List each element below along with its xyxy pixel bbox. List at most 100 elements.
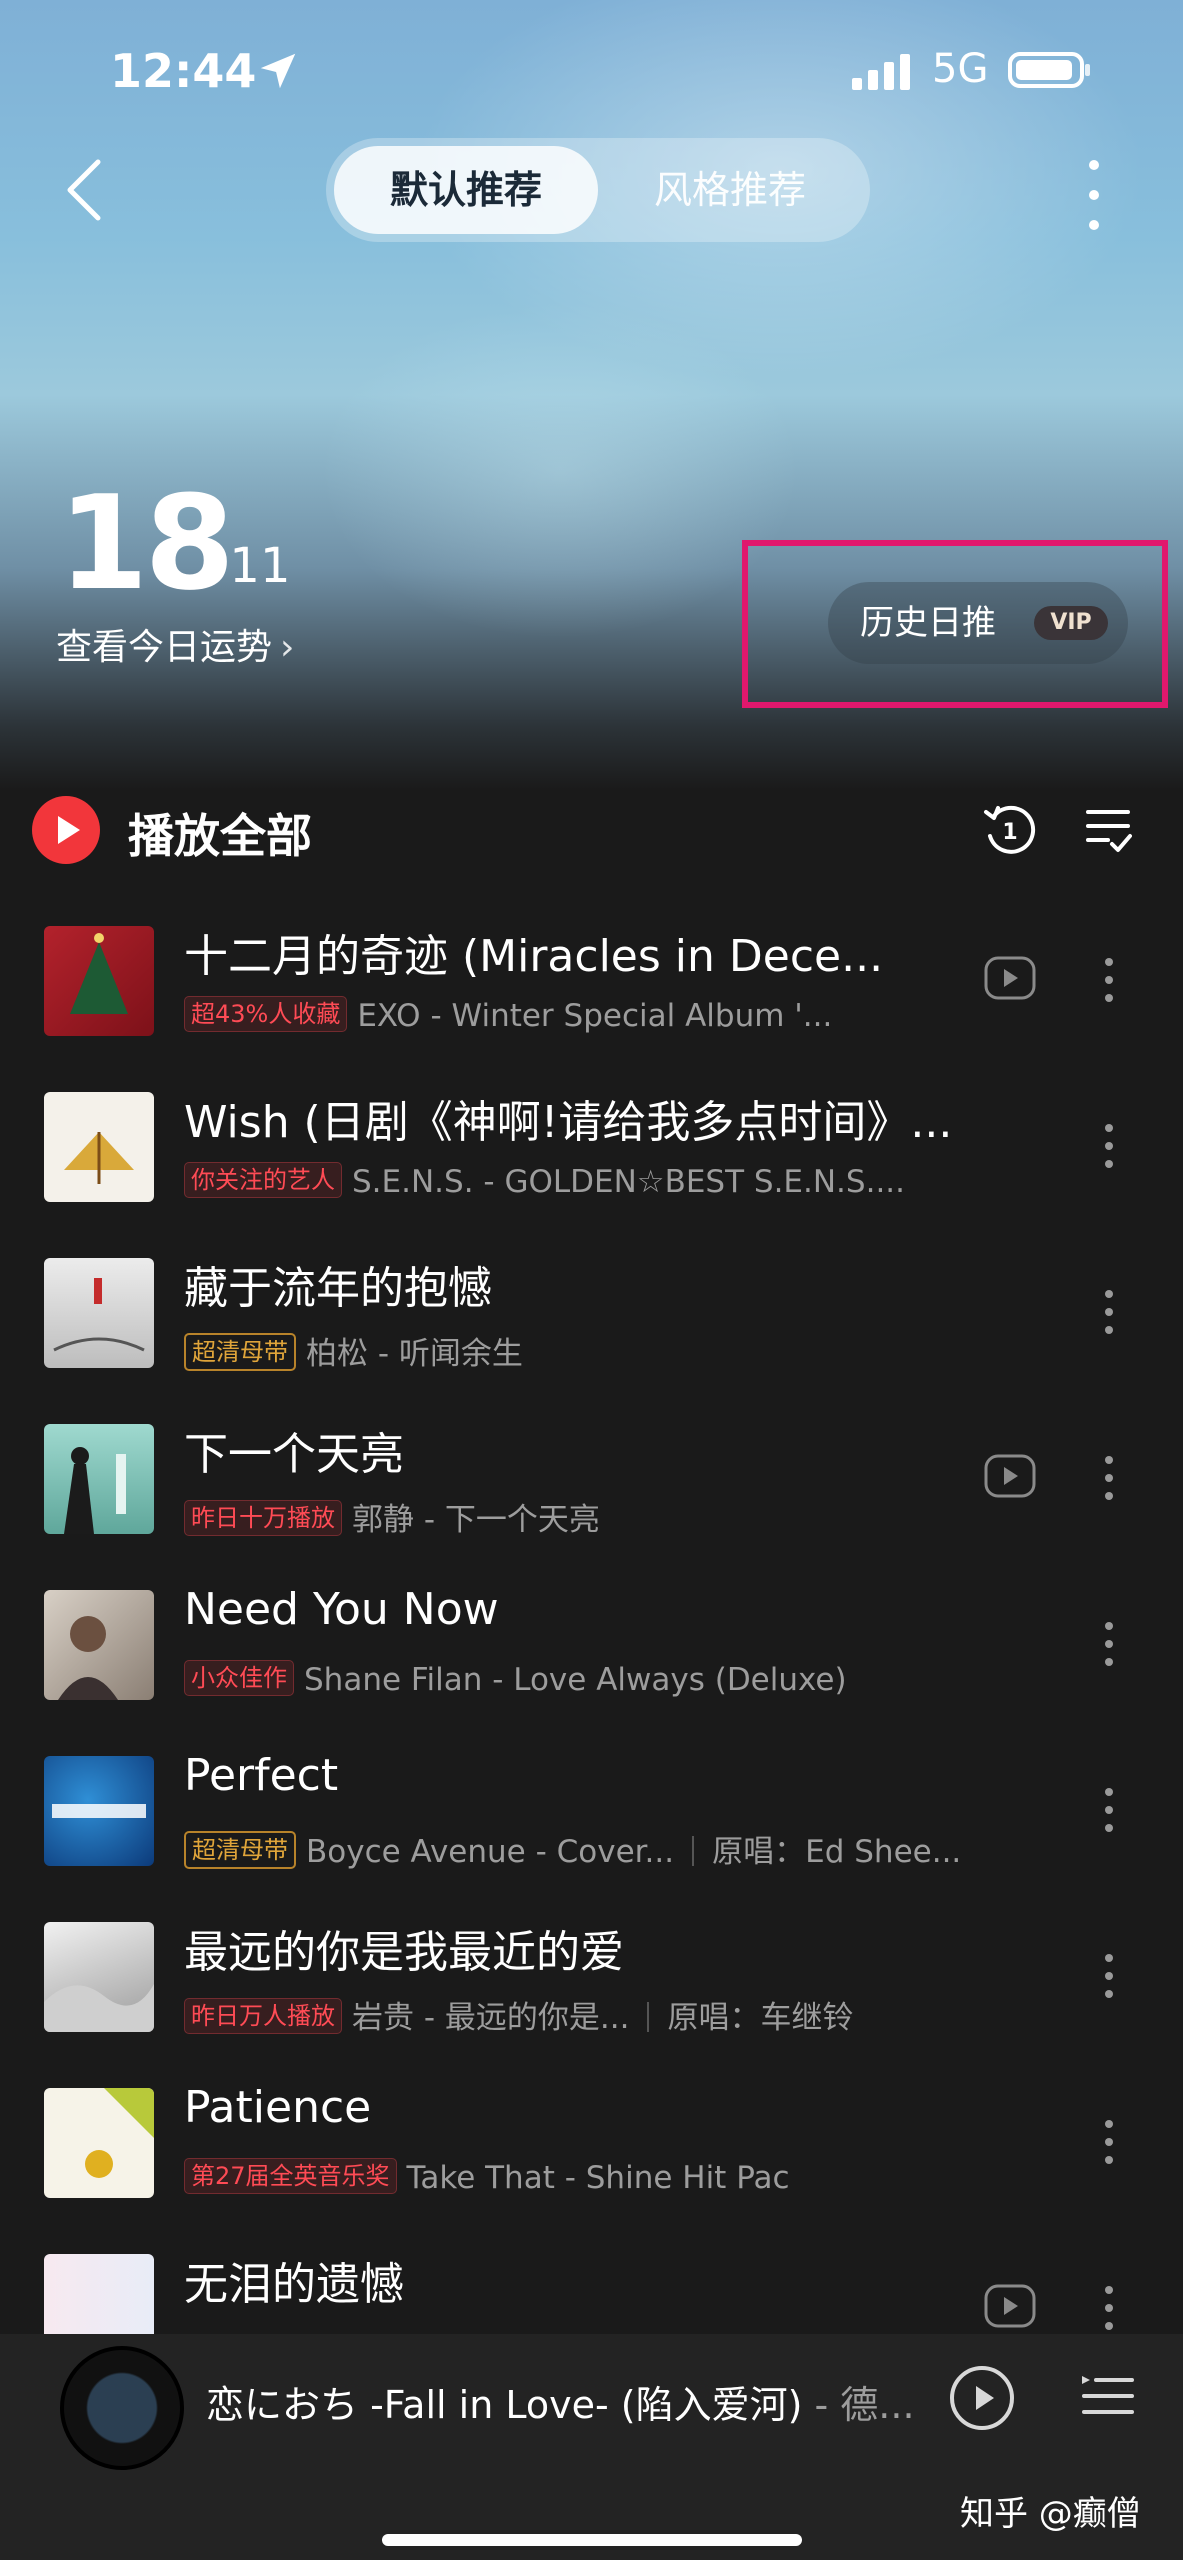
song-meta: 超43%人收藏 EXO - Winter Special Album '... [184, 996, 964, 1034]
history-recommend-button[interactable]: 历史日推 VIP [828, 582, 1128, 664]
song-meta: 第27届全英音乐奖 Take That - Shine Hit Pac [184, 2158, 964, 2196]
list-item[interactable]: 下一个天亮 昨日十万播放 郭静 - 下一个天亮 [0, 1412, 1183, 1578]
song-title: 藏于流年的抱憾 [184, 1263, 492, 1314]
play-all-button[interactable] [32, 796, 100, 864]
battery-icon [1008, 52, 1090, 88]
song-badge: 昨日十万播放 [184, 1500, 342, 1536]
cell-signal-icon [850, 52, 918, 96]
fortune-link-label: 查看今日运势 [56, 627, 273, 668]
more-options-button[interactable] [1082, 155, 1106, 235]
original-singer: 原唱：车继铃 [667, 2000, 854, 2036]
more-vertical-icon [1105, 1456, 1113, 1500]
album-cover [44, 1922, 154, 2032]
playlist-icon [1082, 2376, 1134, 2414]
location-arrow-icon [255, 48, 301, 98]
watermark: 知乎 @癫僧 [960, 2494, 1141, 2534]
more-vertical-icon [1105, 2120, 1113, 2164]
back-button[interactable] [62, 158, 110, 222]
song-title: 最远的你是我最近的爱 [184, 1927, 624, 1978]
video-play-icon [984, 1454, 1036, 1498]
list-item[interactable]: Perfect 超清母带 Boyce Avenue - Cover... 原唱：Ed… [0, 1744, 1183, 1910]
song-meta: 昨日万人播放 岩贵 - 最远的你是... 原唱：车继铃 [184, 1992, 964, 2037]
song-artist-album: Boyce Avenue - Cover... [306, 1834, 675, 1870]
song-more-button[interactable] [1102, 2118, 1116, 2166]
song-meta: 昨日十万播放 郭静 - 下一个天亮 [184, 1494, 964, 1539]
song-more-button[interactable] [1102, 1454, 1116, 1502]
list-check-icon [1086, 810, 1132, 852]
mv-button[interactable] [984, 1454, 1036, 1498]
song-more-button[interactable] [1102, 956, 1116, 1004]
status-time: 12:44 [110, 44, 257, 98]
song-title: Need You Now [184, 1584, 499, 1635]
list-item[interactable]: Wish (日剧《神啊!请给我多点时间》... 你关注的艺人 S.E.N.S. -… [0, 1080, 1183, 1246]
play-icon [976, 2386, 994, 2410]
album-cover [44, 1424, 154, 1534]
mini-player[interactable]: 恋におち -Fall in Love- (陷入爱河) - 德... 知乎 @癫僧 [0, 2334, 1183, 2560]
song-badge: 小众佳作 [184, 1660, 294, 1696]
song-more-button[interactable] [1102, 1122, 1116, 1170]
song-badge: 超43%人收藏 [184, 996, 348, 1032]
vip-badge: VIP [1034, 606, 1108, 640]
song-title: 下一个天亮 [184, 1429, 404, 1480]
song-artist-album: EXO - Winter Special Album '... [357, 998, 833, 1034]
song-artist-album: 岩贵 - 最远的你是... [352, 2000, 630, 2036]
fortune-link[interactable]: 查看今日运势 › [56, 618, 294, 670]
tab-default-recommend[interactable]: 默认推荐 [334, 146, 598, 234]
play-icon [58, 816, 80, 844]
song-artist-album: Shane Filan - Love Always (Deluxe) [304, 1662, 847, 1698]
more-vertical-icon [1105, 1290, 1113, 1334]
song-more-button[interactable] [1102, 1952, 1116, 2000]
song-meta: 你关注的艺人 S.E.N.S. - GOLDEN☆BEST S.E.N.S.... [184, 1162, 964, 1200]
svg-text:1: 1 [1002, 820, 1017, 845]
more-vertical-icon [1105, 958, 1113, 1002]
date-display: 18 / 11 [58, 478, 291, 608]
mv-button[interactable] [984, 2284, 1036, 2328]
replay-one-icon: 1 [984, 805, 1036, 854]
home-indicator[interactable] [382, 2534, 802, 2546]
play-all-label[interactable]: 播放全部 [128, 800, 312, 866]
player-play-button[interactable] [950, 2366, 1014, 2430]
more-vertical-icon [1105, 2286, 1113, 2330]
song-title: Wish (日剧《神啊!请给我多点时间》... [184, 1097, 953, 1148]
song-artist-album: S.E.N.S. - GOLDEN☆BEST S.E.N.S.... [352, 1164, 906, 1200]
list-item[interactable]: Patience 第27届全英音乐奖 Take That - Shine Hit … [0, 2076, 1183, 2242]
album-cover [44, 1258, 154, 1368]
history-play-button[interactable]: 1 [982, 802, 1038, 862]
song-badge: 超清母带 [184, 1333, 296, 1371]
mv-button[interactable] [984, 956, 1036, 1000]
list-item[interactable]: Need You Now 小众佳作 Shane Filan - Love Alwa… [0, 1578, 1183, 1744]
status-bar: 12:44 5G [0, 38, 1183, 98]
album-cover [44, 1590, 154, 1700]
tab-style-recommend[interactable]: 风格推荐 [598, 146, 862, 234]
song-list: 十二月的奇迹 (Miracles in Dece... 超43%人收藏 EXO -… [0, 914, 1183, 2408]
now-playing-artist: - 德... [802, 2383, 915, 2427]
song-badge: 你关注的艺人 [184, 1162, 342, 1198]
song-badge: 第27届全英音乐奖 [184, 2158, 397, 2194]
now-playing-text: 恋におち -Fall in Love- (陷入爱河) - 德... [206, 2374, 926, 2429]
date-month: / 11 [198, 538, 291, 594]
song-more-button[interactable] [1102, 1786, 1116, 1834]
song-more-button[interactable] [1102, 2284, 1116, 2332]
list-item[interactable]: 十二月的奇迹 (Miracles in Dece... 超43%人收藏 EXO -… [0, 914, 1183, 1080]
album-cover [44, 1092, 154, 1202]
more-vertical-icon [1105, 1788, 1113, 1832]
chevron-left-icon [67, 159, 101, 221]
song-title: Patience [184, 2082, 372, 2133]
song-more-button[interactable] [1102, 1620, 1116, 1668]
more-vertical-icon [1105, 1954, 1113, 1998]
more-vertical-icon [1105, 1124, 1113, 1168]
list-item[interactable]: 最远的你是我最近的爱 昨日万人播放 岩贵 - 最远的你是... 原唱：车继铃 [0, 1910, 1183, 2076]
album-cover [44, 926, 154, 1036]
song-title: 十二月的奇迹 (Miracles in Dece... [184, 931, 884, 982]
multi-select-button[interactable] [1086, 806, 1132, 860]
album-cover [44, 2088, 154, 2198]
list-item[interactable]: 藏于流年的抱憾 超清母带 柏松 - 听闻余生 [0, 1246, 1183, 1412]
now-playing-cover[interactable] [60, 2346, 184, 2470]
song-more-button[interactable] [1102, 1288, 1116, 1336]
song-meta: 超清母带 Boyce Avenue - Cover... 原唱：Ed Shee... [184, 1826, 964, 1871]
video-play-icon [984, 2284, 1036, 2328]
divider [692, 1836, 695, 1866]
now-playing-title: 恋におち -Fall in Love- (陷入爱河) [206, 2383, 803, 2427]
playlist-button[interactable] [1080, 2374, 1136, 2430]
album-cover [44, 1756, 154, 1866]
